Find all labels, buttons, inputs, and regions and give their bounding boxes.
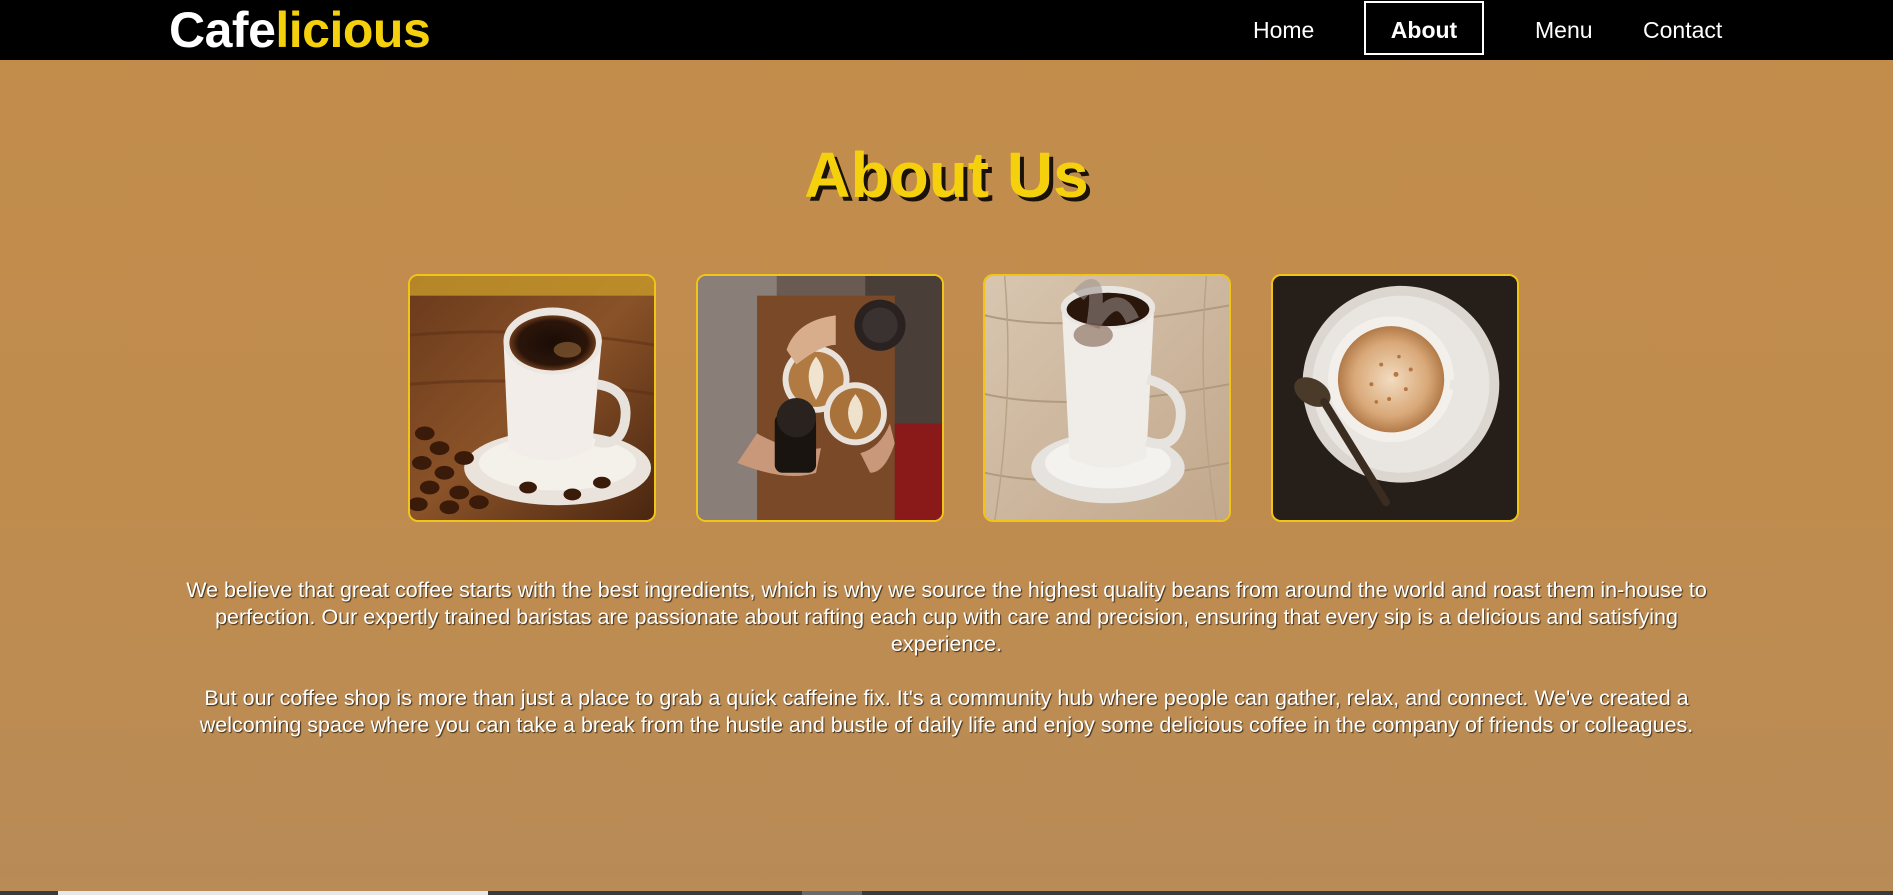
cappuccino-top-view-image: [1271, 274, 1519, 522]
scrollbar-segment: [802, 891, 862, 895]
coffee-cup-with-beans-image: [408, 274, 656, 522]
nav-link-about[interactable]: About: [1364, 1, 1484, 55]
brand-part-cafe: Cafe: [169, 2, 276, 58]
scrollbar-thumb[interactable]: [58, 891, 488, 895]
nav-link-contact[interactable]: Contact: [1643, 14, 1722, 46]
page-title: About Us: [804, 139, 1089, 211]
about-paragraph-1: We believe that great coffee starts with…: [186, 578, 1707, 656]
brand-part-licious: licious: [275, 2, 431, 58]
page: Cafelicious Home About Menu Contact Abou…: [0, 0, 1893, 895]
nav-link-home[interactable]: Home: [1253, 14, 1314, 46]
steaming-coffee-cup-image: [983, 274, 1231, 522]
brand-logo[interactable]: Cafelicious: [169, 2, 431, 58]
navbar: Cafelicious Home About Menu Contact: [0, 0, 1893, 60]
horizontal-scrollbar[interactable]: [0, 891, 1893, 895]
nav-link-menu[interactable]: Menu: [1535, 14, 1593, 46]
about-paragraph-2: But our coffee shop is more than just a …: [199, 686, 1694, 737]
latte-art-cheers-image: [696, 274, 944, 522]
